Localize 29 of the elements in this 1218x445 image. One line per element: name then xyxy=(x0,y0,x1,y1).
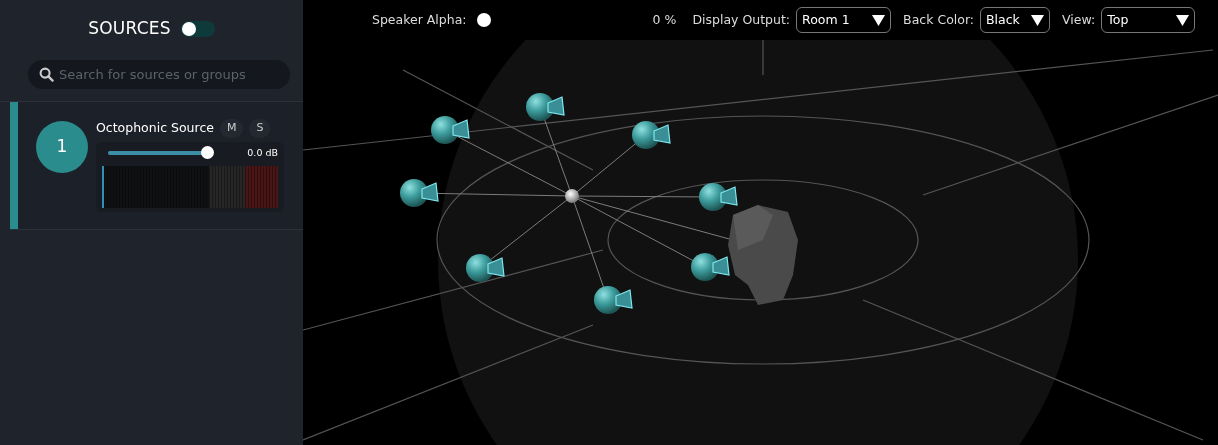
dropdown[interactable]: Room 1 xyxy=(796,7,892,33)
sidebar-title: SOURCES xyxy=(88,17,171,41)
caret-icon xyxy=(1031,14,1045,26)
source-row[interactable]: 1 Octophonic Source M S 0.0 dB xyxy=(10,102,303,230)
dropdown[interactable]: Black xyxy=(980,7,1051,33)
caret-icon xyxy=(1176,14,1190,26)
solo-button[interactable]: S xyxy=(249,119,271,138)
dropdown[interactable]: Top xyxy=(1101,7,1196,33)
dropdown-label: Back Color: xyxy=(903,10,975,29)
source-name: Octophonic Source xyxy=(96,119,214,137)
speaker-drawing xyxy=(466,254,505,282)
source-sphere-drawing xyxy=(565,189,579,203)
toggle-switch[interactable] xyxy=(180,21,215,37)
caret-icon xyxy=(872,14,886,26)
mute-button[interactable]: M xyxy=(219,119,244,138)
gain-reading: 0.0 dB xyxy=(247,145,278,160)
speaker-drawing xyxy=(594,286,633,314)
speaker-drawing xyxy=(400,179,439,207)
speaker-drawing xyxy=(699,183,738,211)
speaker-drawing xyxy=(431,116,470,144)
speaker-alpha-label: Speaker Alpha: xyxy=(372,10,467,29)
source-number: 1 xyxy=(36,121,88,173)
speaker-drawing xyxy=(632,121,671,149)
dropdown-label: View: xyxy=(1062,10,1096,29)
speaker-drawing xyxy=(526,93,565,121)
speaker-drawing xyxy=(691,253,730,281)
dropdown-label: Display Output: xyxy=(692,10,791,29)
speaker-alpha-reading: 0 % xyxy=(652,10,677,29)
search-field[interactable]: Search for sources or groups xyxy=(28,60,290,89)
